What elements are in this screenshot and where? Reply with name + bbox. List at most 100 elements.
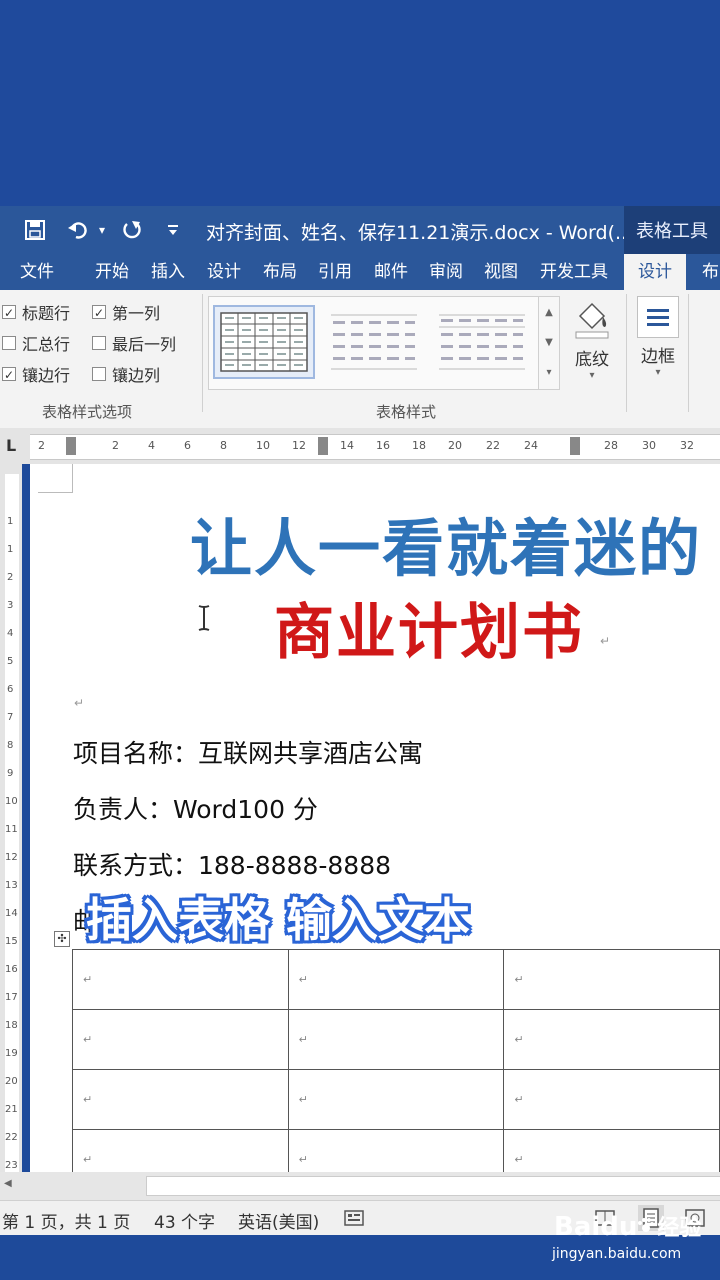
owner-line[interactable]: 负责人：Word100 分 bbox=[73, 790, 318, 826]
ruler-margin-marker[interactable] bbox=[66, 437, 76, 455]
ribbon-tabs: 文件 开始 插入 设计 布局 引用 邮件 审阅 视图 开发工具 设计 布 bbox=[0, 254, 720, 290]
shading-button[interactable]: 底纹 ▾ bbox=[566, 296, 618, 381]
ruler-column-marker[interactable] bbox=[570, 437, 580, 455]
option-total-row[interactable]: 汇总行 bbox=[2, 331, 70, 355]
macro-record-icon[interactable] bbox=[344, 1209, 364, 1231]
scroll-left-icon[interactable]: ◀ bbox=[4, 1178, 12, 1189]
group-separator bbox=[202, 294, 203, 412]
table-style-plain-1[interactable] bbox=[325, 307, 423, 377]
shading-dropdown-icon[interactable]: ▾ bbox=[566, 370, 618, 381]
table-cell[interactable]: ↵ bbox=[503, 1009, 720, 1070]
tab-selector[interactable]: L bbox=[6, 436, 16, 455]
ruler-mark: 10 bbox=[256, 439, 270, 452]
table-style-plain-2[interactable] bbox=[433, 307, 531, 377]
gallery-more-icon[interactable]: ▾ bbox=[539, 357, 559, 387]
document-page[interactable]: 让人一看就着迷的 商业计划书 ↵ ↵ 项目名称：互联网共享酒店公寓 负责人：Wo… bbox=[30, 464, 720, 1180]
ruler-column-marker[interactable] bbox=[318, 437, 328, 455]
ruler-strip[interactable]: 2 2 4 6 8 10 12 14 16 18 20 22 24 28 30 … bbox=[30, 434, 720, 460]
horizontal-scroll-thumb[interactable] bbox=[146, 1176, 720, 1196]
save-icon[interactable] bbox=[22, 218, 48, 242]
table-styles-gallery bbox=[208, 296, 540, 390]
tab-layout[interactable]: 布局 bbox=[263, 254, 297, 290]
table-cell[interactable]: ↵ bbox=[72, 1009, 289, 1070]
borders-button[interactable]: 边框 ▾ bbox=[632, 296, 684, 378]
horizontal-scrollbar[interactable]: ◀ bbox=[0, 1172, 720, 1200]
undo-icon[interactable] bbox=[64, 218, 94, 242]
language-status[interactable]: 英语(美国) bbox=[238, 1208, 319, 1233]
table-cell[interactable]: ↵ bbox=[72, 949, 289, 1010]
total-row-checkbox[interactable] bbox=[2, 336, 16, 350]
table-cell[interactable]: ↵ bbox=[287, 1069, 505, 1130]
table-cell[interactable]: ↵ bbox=[72, 1069, 289, 1130]
option-banded-rows[interactable]: ✓ 镶边行 bbox=[2, 362, 70, 386]
ruler-mark: 14 bbox=[340, 439, 354, 452]
vruler-mark: 15 bbox=[5, 936, 18, 947]
project-name-line[interactable]: 项目名称：互联网共享酒店公寓 bbox=[73, 734, 423, 770]
vruler-mark: 4 bbox=[7, 628, 14, 639]
tab-developer[interactable]: 开发工具 bbox=[540, 254, 608, 290]
tab-file[interactable]: 文件 bbox=[20, 254, 54, 290]
banded-columns-checkbox[interactable] bbox=[92, 367, 106, 381]
table-row: ↵ ↵ ↵ bbox=[72, 949, 720, 1010]
undo-dropdown-icon[interactable]: ▾ bbox=[96, 218, 108, 242]
tab-table-layout[interactable]: 布 bbox=[702, 254, 719, 290]
option-first-column[interactable]: ✓ 第一列 bbox=[92, 300, 160, 324]
page-count-status[interactable]: 第 1 页，共 1 页 bbox=[2, 1208, 130, 1233]
table-move-handle-icon[interactable]: ✣ bbox=[54, 931, 70, 947]
vruler-mark: 2 bbox=[7, 572, 14, 583]
vruler-mark: 7 bbox=[7, 712, 14, 723]
header-row-checkbox[interactable]: ✓ bbox=[2, 305, 16, 320]
option-last-column[interactable]: 最后一列 bbox=[92, 331, 176, 355]
table-cell[interactable]: ↵ bbox=[503, 949, 720, 1010]
video-top-band bbox=[0, 0, 720, 206]
option-banded-columns[interactable]: 镶边列 bbox=[92, 362, 160, 386]
ruler-mark: 32 bbox=[680, 439, 694, 452]
vertical-ruler-strip[interactable]: 1 1 2 3 4 5 6 7 8 9 10 11 12 13 14 15 16… bbox=[5, 474, 19, 1174]
word-count-status[interactable]: 43 个字 bbox=[154, 1208, 215, 1233]
table-cell[interactable]: ↵ bbox=[287, 949, 505, 1010]
first-column-checkbox[interactable]: ✓ bbox=[92, 305, 106, 320]
gallery-scroll[interactable]: ▲ ▼ ▾ bbox=[538, 296, 560, 390]
table-style-grid[interactable] bbox=[213, 305, 315, 379]
watermark-brand: Baidu bbox=[554, 1212, 638, 1242]
vruler-mark: 1 bbox=[7, 544, 14, 555]
watermark-brand-cn: 经验 bbox=[657, 1216, 702, 1241]
ribbon-table-design: ✓ 标题行 ✓ 第一列 汇总行 最后一列 ✓ 镶边行 镶边列 表格样式选项 ▲ … bbox=[0, 290, 720, 429]
tab-home[interactable]: 开始 bbox=[95, 254, 129, 290]
tab-references[interactable]: 引用 bbox=[318, 254, 352, 290]
vruler-mark: 20 bbox=[5, 1076, 18, 1087]
document-heading[interactable]: 让人一看就着迷的 bbox=[190, 498, 702, 588]
tab-mailings[interactable]: 邮件 bbox=[374, 254, 408, 290]
ruler-mark: 30 bbox=[642, 439, 656, 452]
tab-insert[interactable]: 插入 bbox=[151, 254, 185, 290]
table-cell[interactable]: ↵ bbox=[503, 1069, 720, 1130]
header-row-label: 标题行 bbox=[22, 304, 71, 323]
text-cursor-icon bbox=[196, 604, 212, 638]
borders-dropdown-icon[interactable]: ▾ bbox=[632, 367, 684, 378]
tab-table-design[interactable]: 设计 bbox=[624, 254, 686, 290]
vruler-mark: 14 bbox=[5, 908, 18, 919]
ruler-mark: 22 bbox=[486, 439, 500, 452]
ruler-mark: 16 bbox=[376, 439, 390, 452]
option-header-row[interactable]: ✓ 标题行 bbox=[2, 300, 70, 324]
customize-quick-access-icon[interactable] bbox=[164, 218, 182, 242]
table-row: ↵ ↵ ↵ bbox=[72, 1009, 720, 1070]
document-subheading[interactable]: 商业计划书 bbox=[274, 584, 584, 671]
ruler-mark: 12 bbox=[292, 439, 306, 452]
last-column-checkbox[interactable] bbox=[92, 336, 106, 350]
tab-review[interactable]: 审阅 bbox=[429, 254, 463, 290]
inserted-table[interactable]: ↵ ↵ ↵ ↵ ↵ ↵ ↵ ↵ ↵ ↵ ↵ ↵ bbox=[72, 949, 720, 1180]
redo-icon[interactable] bbox=[118, 218, 146, 242]
ruler-mark: 8 bbox=[220, 439, 227, 452]
ruler-mark: 24 bbox=[524, 439, 538, 452]
gallery-up-icon[interactable]: ▲ bbox=[539, 297, 559, 327]
ruler-mark: 6 bbox=[184, 439, 191, 452]
contact-line[interactable]: 联系方式：188-8888-8888 bbox=[73, 846, 391, 882]
gallery-down-icon[interactable]: ▼ bbox=[539, 327, 559, 357]
tab-design[interactable]: 设计 bbox=[207, 254, 241, 290]
vruler-mark: 19 bbox=[5, 1048, 18, 1059]
vruler-mark: 9 bbox=[7, 768, 14, 779]
banded-rows-checkbox[interactable]: ✓ bbox=[2, 367, 16, 382]
tab-view[interactable]: 视图 bbox=[484, 254, 518, 290]
table-cell[interactable]: ↵ bbox=[287, 1009, 505, 1070]
